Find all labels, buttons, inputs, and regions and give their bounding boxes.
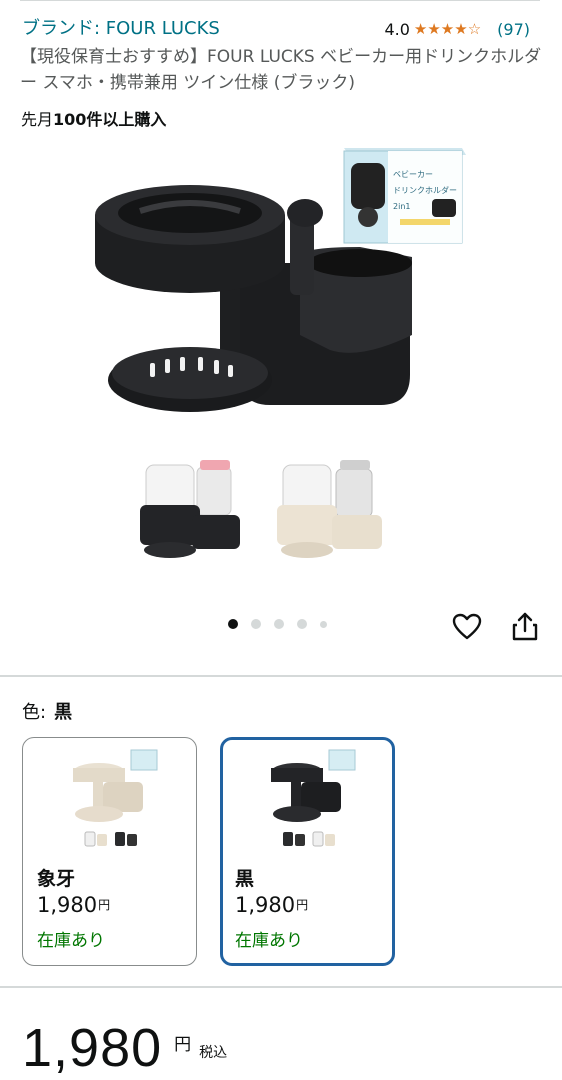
black-swatch-image xyxy=(271,749,356,847)
review-count-link[interactable]: (97) xyxy=(497,20,530,39)
product-image-gallery[interactable]: ベビーカー ドリンクホルダー 2in1 xyxy=(0,135,562,610)
heart-icon xyxy=(452,613,482,640)
color-label-prefix: 色: xyxy=(22,702,47,723)
carousel-dot[interactable] xyxy=(228,619,238,629)
star-filled-icon: ★ xyxy=(413,19,428,38)
product-image: ベビーカー ドリンクホルダー 2in1 xyxy=(95,148,466,558)
swatch-name: 黒 xyxy=(235,868,255,890)
bought-last-month: 先月100件以上購入 xyxy=(21,106,166,130)
swatch-price-amount: 1,980 xyxy=(235,893,296,917)
swatch-price-amount: 1,980 xyxy=(37,893,98,917)
carousel-dot[interactable] xyxy=(297,619,307,629)
brand-link[interactable]: ブランド: FOUR LUCKS xyxy=(22,16,220,42)
star-filled-icon: ★ xyxy=(454,19,468,38)
price-currency: 円 xyxy=(174,1035,192,1055)
bought-count: 100件以上購入 xyxy=(53,110,167,129)
swatch-price-currency: 円 xyxy=(98,898,111,912)
color-option-ivory[interactable]: 象牙 1,980円 在庫あり xyxy=(22,737,197,966)
box-text-line-2: ドリンクホルダー xyxy=(393,185,457,195)
price-block: 1,980 円 税込 xyxy=(22,1016,227,1080)
ivory-variant-thumbnail xyxy=(277,460,382,558)
box-text-line-1: ベビーカー xyxy=(393,170,433,179)
swatch-stock-status: 在庫あり xyxy=(37,931,105,951)
rating-value: 4.0 xyxy=(384,19,410,39)
ivory-swatch-image xyxy=(73,749,158,847)
product-title: 【現役保育士おすすめ】FOUR LUCKS ベビーカー用ドリンクホルダー スマホ… xyxy=(20,47,542,93)
section-divider xyxy=(0,675,562,677)
carousel-dot[interactable] xyxy=(251,619,261,629)
star-empty-icon: ☆ xyxy=(467,19,482,38)
price-amount: 1,980 xyxy=(22,1018,163,1078)
favorite-button[interactable] xyxy=(450,610,484,644)
bought-prefix: 先月 xyxy=(21,110,54,129)
color-option-black[interactable]: 黒 1,980円 在庫あり xyxy=(220,737,395,966)
box-text-line-3: 2in1 xyxy=(393,202,410,211)
swatch-price-currency: 円 xyxy=(296,898,309,912)
price-tax-label: 税込 xyxy=(199,1045,228,1061)
swatch-price: 1,980円 xyxy=(235,893,308,917)
rating[interactable]: 4.0 ★ ★ ★ ★ ☆ (97) xyxy=(384,16,530,42)
brand-rating-row: ブランド: FOUR LUCKS 4.0 ★ ★ ★ ★ ☆ (97) xyxy=(22,16,540,42)
top-divider xyxy=(20,0,540,1)
star-filled-icon: ★ xyxy=(440,19,455,38)
package-box-image: ベビーカー ドリンクホルダー 2in1 xyxy=(343,148,466,244)
carousel-indicator xyxy=(228,619,340,629)
selected-color-name: 黒 xyxy=(54,702,73,723)
black-variant-thumbnail xyxy=(140,460,240,558)
swatch-name: 象牙 xyxy=(37,868,76,890)
swatch-stock-status: 在庫あり xyxy=(235,931,303,951)
star-rating-icon: ★ ★ ★ ★ ☆ xyxy=(413,19,482,38)
section-divider xyxy=(0,986,562,988)
color-selection-label: 色: 黒 xyxy=(22,698,72,724)
carousel-dot[interactable] xyxy=(274,619,284,629)
carousel-dot[interactable] xyxy=(320,620,327,628)
star-filled-icon: ★ xyxy=(427,19,441,38)
swatch-price: 1,980円 xyxy=(37,893,110,917)
share-icon xyxy=(512,612,538,641)
share-button[interactable] xyxy=(508,610,542,644)
